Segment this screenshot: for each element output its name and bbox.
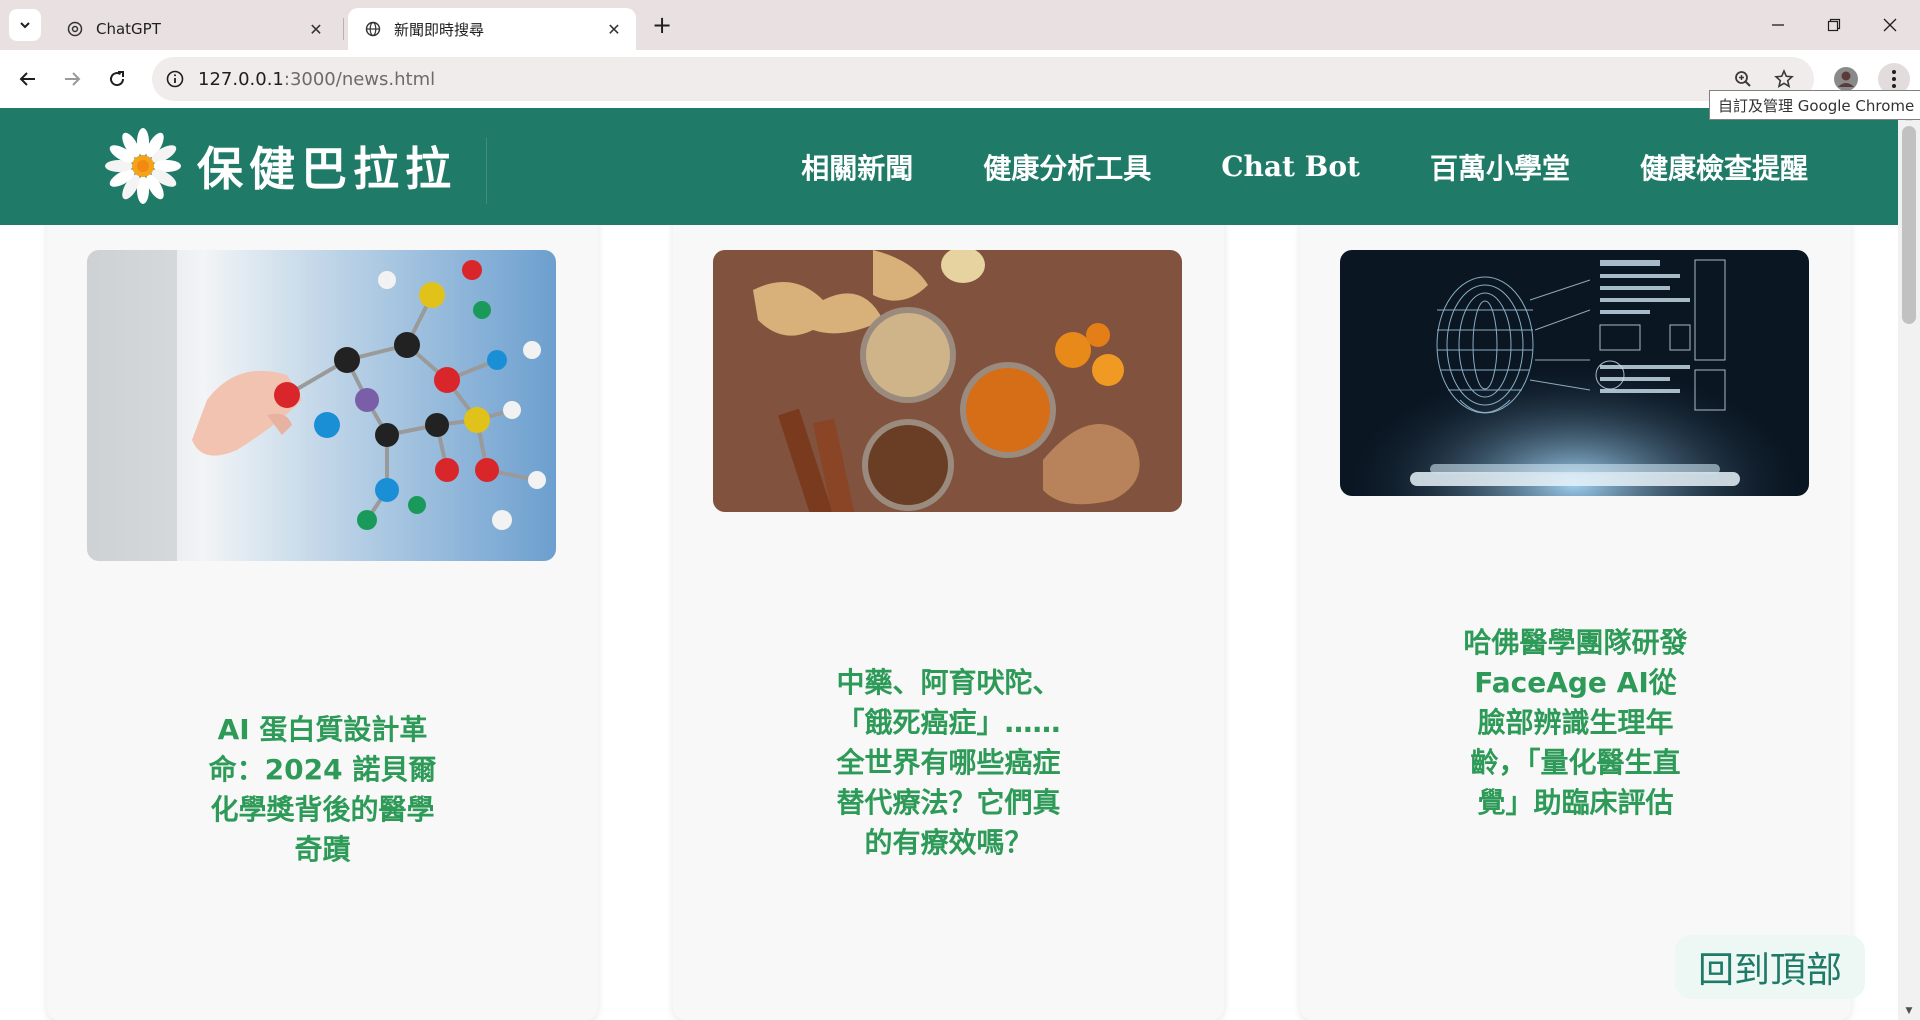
molecule-model-photo[interactable]	[87, 250, 556, 561]
nav-million-quiz[interactable]: 百萬小學堂	[1430, 147, 1570, 187]
site-info-icon[interactable]	[160, 64, 190, 94]
news-card[interactable]: 中藥、阿育吠陀、「餓死癌症」……全世界有哪些癌症替代療法？它們真的有療效嗎？	[673, 225, 1224, 1020]
tab-title: ChatGPT	[96, 20, 161, 38]
new-tab-button[interactable]: +	[648, 11, 676, 39]
site-header: 保健巴拉拉 相關新聞 健康分析工具 Chat Bot 百萬小學堂 健康檢查提醒	[0, 108, 1898, 225]
scroll-down-icon[interactable]: ▼	[1898, 1002, 1920, 1020]
chevron-down-icon	[20, 22, 30, 29]
logo-divider	[486, 138, 487, 204]
news-card[interactable]: 哈佛醫學團隊研發FaceAge AI從臉部辨識生理年齡，「量化醫生直覺」助臨床評…	[1300, 225, 1851, 1020]
restore-button[interactable]	[1806, 0, 1862, 50]
globe-icon	[364, 20, 382, 38]
address-bar[interactable]: 127.0.0.1:3000/news.html	[152, 57, 1814, 101]
reload-icon	[110, 71, 125, 87]
news-headline[interactable]: 哈佛醫學團隊研發FaceAge AI從臉部辨識生理年齡，「量化醫生直覺」助臨床評…	[1300, 623, 1851, 823]
tab-chatgpt[interactable]: ChatGPT ✕	[50, 8, 338, 50]
logo-text: 保健巴拉拉	[197, 142, 457, 196]
tab-news[interactable]: 新聞即時搜尋 ✕	[348, 8, 636, 50]
minimize-button[interactable]	[1750, 0, 1806, 50]
arrow-left-icon	[19, 72, 35, 86]
back-button[interactable]	[12, 63, 44, 95]
close-window-button[interactable]	[1862, 0, 1918, 50]
forward-button[interactable]	[56, 63, 88, 95]
menu-tooltip: 自訂及管理 Google Chrome	[1709, 90, 1920, 120]
close-icon	[1883, 18, 1897, 32]
address-url[interactable]: 127.0.0.1:3000/news.html	[198, 69, 435, 90]
headline-text: 中藥、阿育吠陀、「餓死癌症」……全世界有哪些癌症替代療法？它們真的有療效嗎？	[836, 666, 1061, 859]
nav-health-analysis-tools[interactable]: 健康分析工具	[983, 147, 1151, 187]
tab-separator	[343, 18, 344, 40]
tab-search-button[interactable]	[9, 9, 41, 41]
news-headline[interactable]: AI 蛋白質設計革命：2024 諾貝爾化學獎背後的醫學奇蹟	[47, 710, 598, 870]
ai-face-hologram-photo[interactable]	[1340, 250, 1809, 496]
tab-title: 新聞即時搜尋	[394, 20, 485, 39]
restore-icon	[1827, 18, 1841, 32]
news-card[interactable]: AI 蛋白質設計革命：2024 諾貝爾化學獎背後的醫學奇蹟	[47, 225, 598, 1020]
minimize-icon	[1772, 24, 1784, 26]
site-logo[interactable]: 保健巴拉拉	[105, 126, 457, 206]
headline-text: 哈佛醫學團隊研發FaceAge AI從臉部辨識生理年齡，「量化醫生直覺」助臨床評…	[1463, 626, 1688, 819]
page-scrollbar[interactable]: ▲ ▼	[1898, 108, 1920, 1020]
nav-related-news[interactable]: 相關新聞	[801, 147, 913, 187]
main-nav: 相關新聞 健康分析工具 Chat Bot 百萬小學堂 健康檢查提醒	[801, 108, 1808, 225]
url-host: 127.0.0.1	[198, 68, 284, 90]
nav-chat-bot[interactable]: Chat Bot	[1221, 150, 1360, 183]
back-to-top-button[interactable]: 回到頂部	[1675, 935, 1865, 999]
news-list: AI 蛋白質設計革命：2024 諾貝爾化學獎背後的醫學奇蹟 中藥、阿育吠陀、「餓…	[0, 225, 1898, 1020]
close-icon[interactable]: ✕	[304, 17, 328, 41]
arrow-right-icon	[65, 72, 81, 86]
news-headline[interactable]: 中藥、阿育吠陀、「餓死癌症」……全世界有哪些癌症替代療法？它們真的有療效嗎？	[673, 663, 1224, 863]
browser-tab-bar: ChatGPT ✕ 新聞即時搜尋 ✕ +	[0, 0, 1920, 50]
more-vertical-icon	[1892, 70, 1896, 88]
scrollbar-thumb[interactable]	[1902, 126, 1916, 324]
browser-toolbar: 127.0.0.1:3000/news.html	[0, 50, 1920, 108]
avatar-icon	[1834, 67, 1858, 91]
nav-health-check-reminder[interactable]: 健康檢查提醒	[1640, 147, 1808, 187]
headline-text: AI 蛋白質設計革命：2024 諾貝爾化學獎背後的醫學奇蹟	[208, 713, 437, 866]
close-icon[interactable]: ✕	[602, 17, 626, 41]
reload-button[interactable]	[101, 63, 133, 95]
spices-photo[interactable]	[713, 250, 1182, 512]
url-path: :3000/news.html	[283, 68, 436, 90]
chatgpt-icon	[66, 20, 84, 38]
daisy-logo-icon	[105, 128, 181, 204]
